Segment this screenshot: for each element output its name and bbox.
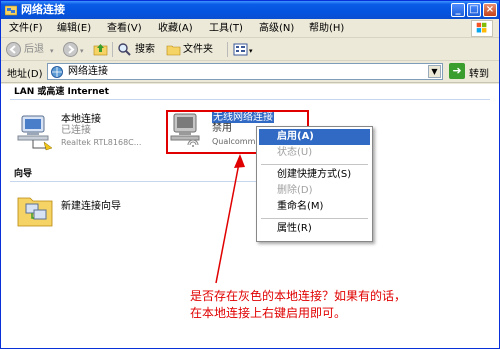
annotation-line-1: 是否存在灰色的本地连接？如果有的话， — [190, 289, 407, 303]
local-connection-name[interactable]: 本地连接 — [61, 114, 101, 125]
menu-file[interactable]: 文件(F) — [9, 22, 43, 35]
folders-icon — [166, 45, 181, 56]
title-bar[interactable]: 网络连接 _ □ × — [1, 1, 499, 19]
forward-arrow-icon[interactable] — [63, 42, 78, 57]
menu-create-shortcut[interactable]: 创建快捷方式(S) — [259, 167, 370, 183]
address-value: 网络连接 — [68, 66, 108, 77]
menu-tools[interactable]: 工具(T) — [209, 22, 243, 35]
minimize-button[interactable]: _ — [451, 3, 465, 17]
forward-dropdown-icon[interactable]: ▾ — [80, 45, 84, 58]
go-arrow-icon[interactable]: ➜ — [449, 63, 465, 79]
menu-properties[interactable]: 属性(R) — [259, 221, 370, 237]
address-dropdown-icon[interactable]: ▼ — [428, 65, 441, 78]
views-icon[interactable] — [233, 42, 248, 57]
menu-status[interactable]: 状态(U) — [259, 145, 370, 161]
lan-group-title: LAN 或高速 Internet — [14, 87, 109, 97]
toolbar-separator — [227, 42, 228, 57]
search-button[interactable]: 搜索 — [135, 43, 155, 56]
search-icon — [118, 43, 131, 56]
menu-enable[interactable]: 启用(A) — [259, 129, 370, 145]
window-title: 网络连接 — [21, 3, 65, 16]
local-connection-icon[interactable] — [16, 112, 56, 152]
menu-rename[interactable]: 重命名(M) — [259, 199, 370, 215]
annotation-line-2: 在本地连接上右键启用即可。 — [190, 306, 347, 320]
back-arrow-icon[interactable] — [6, 42, 21, 57]
network-folder-icon — [5, 5, 17, 16]
new-connection-wizard-label[interactable]: 新建连接向导 — [61, 201, 121, 212]
address-field[interactable]: 网络连接 ▼ — [47, 63, 443, 80]
wizard-group-title: 向导 — [14, 169, 33, 179]
go-button[interactable]: 转到 — [469, 65, 489, 80]
menu-help[interactable]: 帮助(H) — [309, 22, 344, 35]
group-divider — [10, 181, 256, 182]
back-button[interactable]: 后退 — [24, 43, 44, 56]
menu-edit[interactable]: 编辑(E) — [57, 22, 91, 35]
menu-separator — [261, 218, 368, 219]
menu-view[interactable]: 查看(V) — [107, 22, 142, 35]
menu-advanced[interactable]: 高级(N) — [259, 22, 294, 35]
address-label: 地址(D) — [7, 69, 43, 80]
up-folder-icon[interactable] — [93, 42, 108, 57]
maximize-button[interactable]: □ — [467, 3, 481, 17]
context-menu: 启用(A) 状态(U) 创建快捷方式(S) 删除(D) 重命名(M) 属性(R) — [256, 126, 373, 242]
local-connection-device: Realtek RTL8168C... — [61, 138, 142, 147]
folders-button[interactable]: 文件夹 — [183, 43, 213, 56]
toolbar-separator — [112, 42, 113, 57]
windows-logo-icon — [471, 20, 493, 37]
group-divider — [10, 99, 490, 100]
menu-favorites[interactable]: 收藏(A) — [158, 22, 193, 35]
views-dropdown-icon[interactable]: ▾ — [249, 45, 253, 58]
toolbar: 后退 ▾ ▾ 搜索 文件夹 ▾ — [1, 39, 499, 61]
back-dropdown-icon[interactable]: ▾ — [50, 45, 54, 58]
new-connection-wizard-icon[interactable] — [16, 192, 56, 230]
menu-bar: 文件(F) 编辑(E) 查看(V) 收藏(A) 工具(T) 高级(N) 帮助(H… — [1, 19, 499, 38]
network-connections-icon — [51, 66, 63, 78]
address-bar: 地址(D) 网络连接 ▼ ➜ 转到 — [1, 61, 499, 83]
local-connection-status: 已连接 — [61, 125, 91, 136]
close-button[interactable]: × — [483, 3, 497, 17]
menu-separator — [261, 164, 368, 165]
menu-delete[interactable]: 删除(D) — [259, 183, 370, 199]
